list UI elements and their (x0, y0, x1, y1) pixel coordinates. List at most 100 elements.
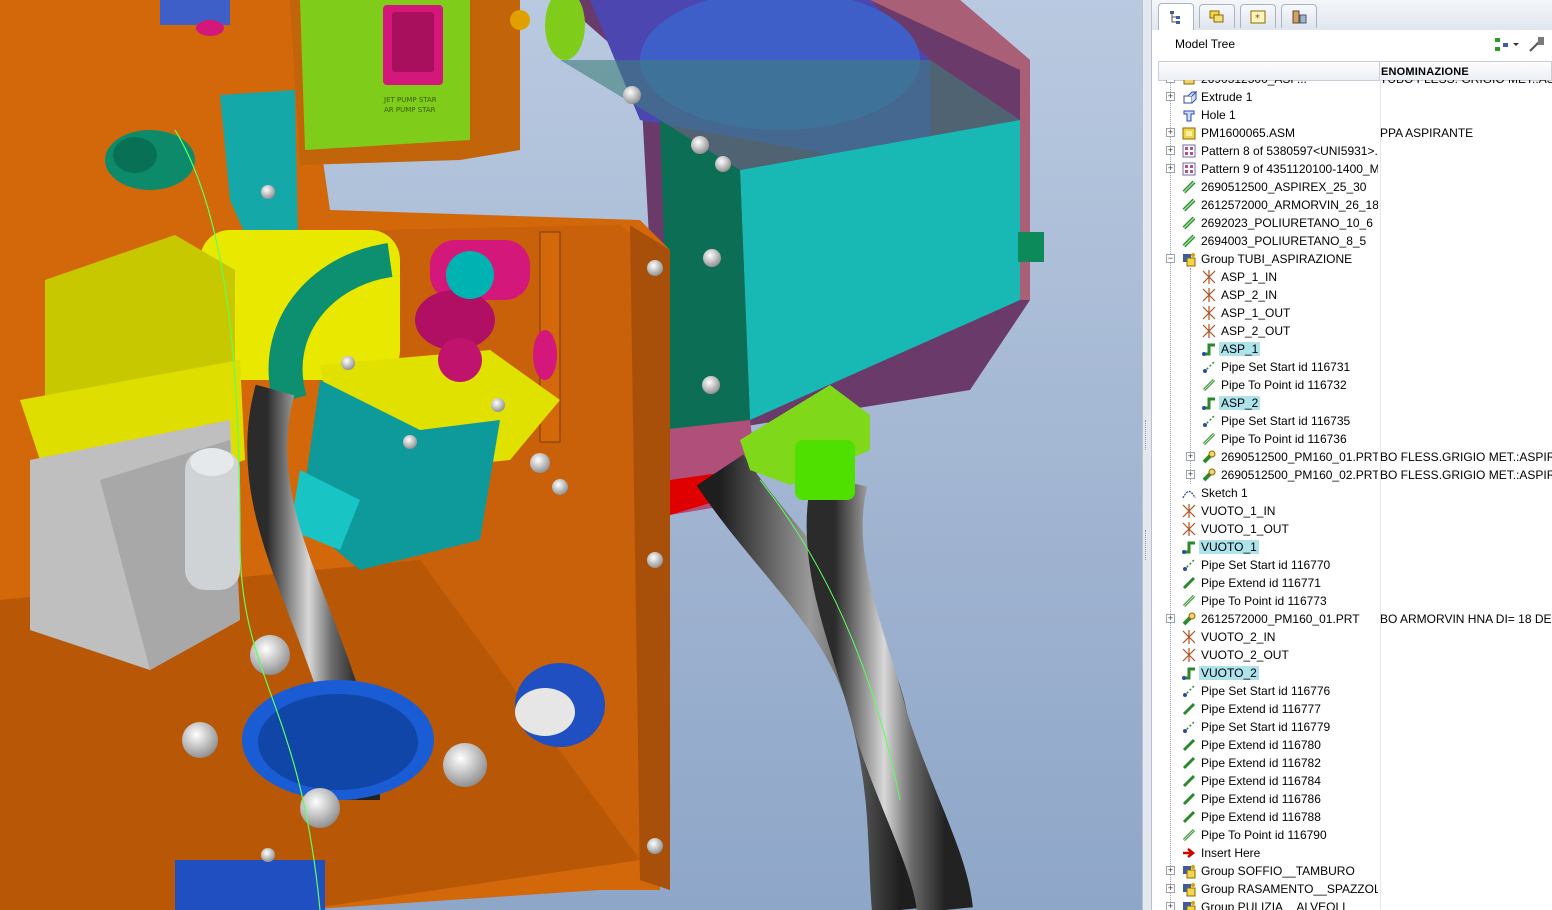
tree-item-label: ASP_2 (1219, 396, 1261, 410)
tree-row[interactable]: Pipe Set Start id 116731 (1158, 358, 1552, 376)
tree-item-label: Group PULIZIA__ALVEOLI (1201, 900, 1346, 910)
expand-toggle[interactable]: + (1186, 452, 1195, 461)
expand-toggle[interactable]: + (1166, 92, 1175, 101)
tree-row[interactable]: Pipe Extend id 116788 (1158, 808, 1552, 826)
tree-row[interactable]: Pipe Extend id 116786 (1158, 790, 1552, 808)
tree-row[interactable]: − Group TUBI_ASPIRAZIONE (1158, 250, 1552, 268)
tree-row[interactable]: + Group PULIZIA__ALVEOLI (1158, 898, 1552, 910)
tree-item-label: VUOTO_2 (1199, 666, 1259, 680)
tree-row[interactable]: ASP_2 (1158, 394, 1552, 412)
group-icon (1181, 251, 1197, 267)
3d-model-viewport[interactable]: JET PUMP STAR AR PUMP STAR (0, 0, 1142, 910)
expand-toggle[interactable]: + (1186, 470, 1195, 479)
pipe-set-start-icon (1201, 359, 1217, 375)
hoses-right (696, 385, 973, 910)
tree-row[interactable]: VUOTO_2 (1158, 664, 1552, 682)
tree-row[interactable]: Pipe Extend id 116784 (1158, 772, 1552, 790)
svg-text:*: * (1255, 13, 1260, 24)
splitter-grip[interactable] (1145, 530, 1150, 560)
model-tree-list[interactable]: +2690512500_ASP... TUBO FLESS. GRIGIO MET… (1158, 80, 1552, 910)
tree-row[interactable]: VUOTO_2_IN (1158, 628, 1552, 646)
tree-row[interactable]: +2690512500_PM160_01.PRT BO FLESS.GRIGIO … (1158, 448, 1552, 466)
expand-toggle[interactable]: + (1166, 866, 1175, 875)
cable-gland (515, 688, 575, 736)
tree-column-header: ENOMINAZIONE (1158, 61, 1552, 81)
expand-toggle[interactable]: + (1166, 902, 1175, 910)
tree-item-label: Pipe Set Start id 116770 (1201, 558, 1331, 572)
tree-item-label: Pipe To Point id 116736 (1221, 432, 1347, 446)
column-denominazione[interactable]: ENOMINAZIONE (1381, 66, 1469, 78)
tree-item-label: 2690512500_PM160_01.PRT (1221, 450, 1378, 464)
expand-toggle[interactable]: + (1166, 164, 1175, 173)
tree-item-label: Pipe To Point id 116790 (1201, 828, 1327, 842)
tree-row[interactable]: ASP_1 (1158, 340, 1552, 358)
tree-row[interactable]: Pipe Set Start id 116779 (1158, 718, 1552, 736)
pipe-extend-icon (1181, 737, 1197, 753)
tab-connect[interactable] (1281, 4, 1317, 28)
tree-item-label: Pipe To Point id 116773 (1201, 594, 1327, 608)
tree-item-label: Pipe To Point id 116732 (1221, 378, 1347, 392)
collapse-toggle[interactable]: − (1166, 254, 1175, 263)
tree-row[interactable]: + Pattern 8 of 5380597<UNI5931>.PF (1158, 142, 1552, 160)
tree-row[interactable]: ASP_1_IN (1158, 268, 1552, 286)
tree-row[interactable]: Pipe Extend id 116780 (1158, 736, 1552, 754)
tree-row[interactable]: + Group SOFFIO__TAMBURO (1158, 862, 1552, 880)
tree-row[interactable]: VUOTO_1_IN (1158, 502, 1552, 520)
tab-favorites[interactable]: * (1240, 4, 1276, 28)
tab-layers[interactable] (1199, 4, 1235, 28)
tree-row[interactable]: Pipe Set Start id 116770 (1158, 556, 1552, 574)
tree-row[interactable]: Pipe To Point id 116736 (1158, 430, 1552, 448)
tree-item-denominazione: BO FLESS.GRIGIO MET.:ASPIREX I (1380, 450, 1552, 464)
tree-item-label: Pipe Extend id 116784 (1201, 774, 1321, 788)
splitter-grip[interactable] (1145, 420, 1150, 450)
tree-row[interactable]: Pipe Extend id 116777 (1158, 700, 1552, 718)
grey-valve-block (30, 420, 240, 670)
tree-item-label: PM1600065.ASM (1201, 126, 1296, 140)
tree-row[interactable]: Pipe Set Start id 116776 (1158, 682, 1552, 700)
tree-row[interactable]: Pipe To Point id 116790 (1158, 826, 1552, 844)
pipe-to-point-icon (1201, 377, 1217, 393)
tree-row[interactable]: Sketch 1 (1158, 484, 1552, 502)
tree-row[interactable]: Pipe Set Start id 116735 (1158, 412, 1552, 430)
tree-item-label: 2690512500_ASP... (1201, 80, 1307, 86)
tree-row[interactable]: 2612572000_ARMORVIN_26_18 (1158, 196, 1552, 214)
tree-row[interactable]: + Pattern 9 of 4351120100-1400_MO (1158, 160, 1552, 178)
tree-item-label: Group RASAMENTO__SPAZZOLA (1201, 882, 1378, 896)
expand-toggle[interactable]: + (1166, 146, 1175, 155)
tree-row[interactable]: VUOTO_1_OUT (1158, 520, 1552, 538)
tree-row[interactable]: VUOTO_1 (1158, 538, 1552, 556)
tree-row[interactable]: Pipe Extend id 116771 (1158, 574, 1552, 592)
tree-row[interactable]: Pipe To Point id 116732 (1158, 376, 1552, 394)
tree-row[interactable]: Pipe To Point id 116773 (1158, 592, 1552, 610)
tree-row[interactable]: Hole 1 (1158, 106, 1552, 124)
tab-model-tree[interactable] (1158, 3, 1194, 30)
tree-row[interactable]: + PM1600065.ASM PPA ASPIRANTE (1158, 124, 1552, 142)
expand-toggle[interactable]: + (1166, 614, 1175, 623)
tree-item-label: 2694003_POLIURETANO_8_5 (1201, 234, 1367, 248)
tree-item-denominazione: PPA ASPIRANTE (1380, 126, 1474, 140)
tree-row[interactable]: Pipe Extend id 116782 (1158, 754, 1552, 772)
datum-point-icon (1181, 647, 1197, 663)
cad-model-render[interactable]: JET PUMP STAR AR PUMP STAR (0, 0, 1142, 910)
tree-row[interactable]: + Group RASAMENTO__SPAZZOLA (1158, 880, 1552, 898)
tree-row[interactable]: +2690512500_PM160_02.PRT BO FLESS.GRIGIO … (1158, 466, 1552, 484)
tree-row[interactable]: +2690512500_ASP... TUBO FLESS. GRIGIO MET… (1158, 80, 1552, 88)
tree-row[interactable]: 2692023_POLIURETANO_10_6 (1158, 214, 1552, 232)
tree-filters-icon[interactable] (1526, 35, 1546, 55)
expand-toggle[interactable]: + (1166, 80, 1175, 83)
jet-pump-label-2: AR PUMP STAR (384, 106, 436, 114)
tree-row[interactable]: ASP_1_OUT (1158, 304, 1552, 322)
tree-row[interactable]: VUOTO_2_OUT (1158, 646, 1552, 664)
tree-row[interactable]: Insert Here (1158, 844, 1552, 862)
tree-row[interactable]: + Extrude 1 (1158, 88, 1552, 106)
show-settings-icon[interactable] (1492, 35, 1520, 55)
panel-splitter[interactable] (1142, 0, 1152, 910)
tree-row[interactable]: ASP_2_IN (1158, 286, 1552, 304)
expand-toggle[interactable]: + (1166, 884, 1175, 893)
datum-point-icon (1181, 503, 1197, 519)
tree-row[interactable]: 2694003_POLIURETANO_8_5 (1158, 232, 1552, 250)
tree-row[interactable]: ASP_2_OUT (1158, 322, 1552, 340)
expand-toggle[interactable]: + (1166, 128, 1175, 137)
tree-row[interactable]: 2690512500_ASPIREX_25_30 (1158, 178, 1552, 196)
tree-row[interactable]: +2612572000_PM160_01.PRT BO ARMORVIN HNA … (1158, 610, 1552, 628)
